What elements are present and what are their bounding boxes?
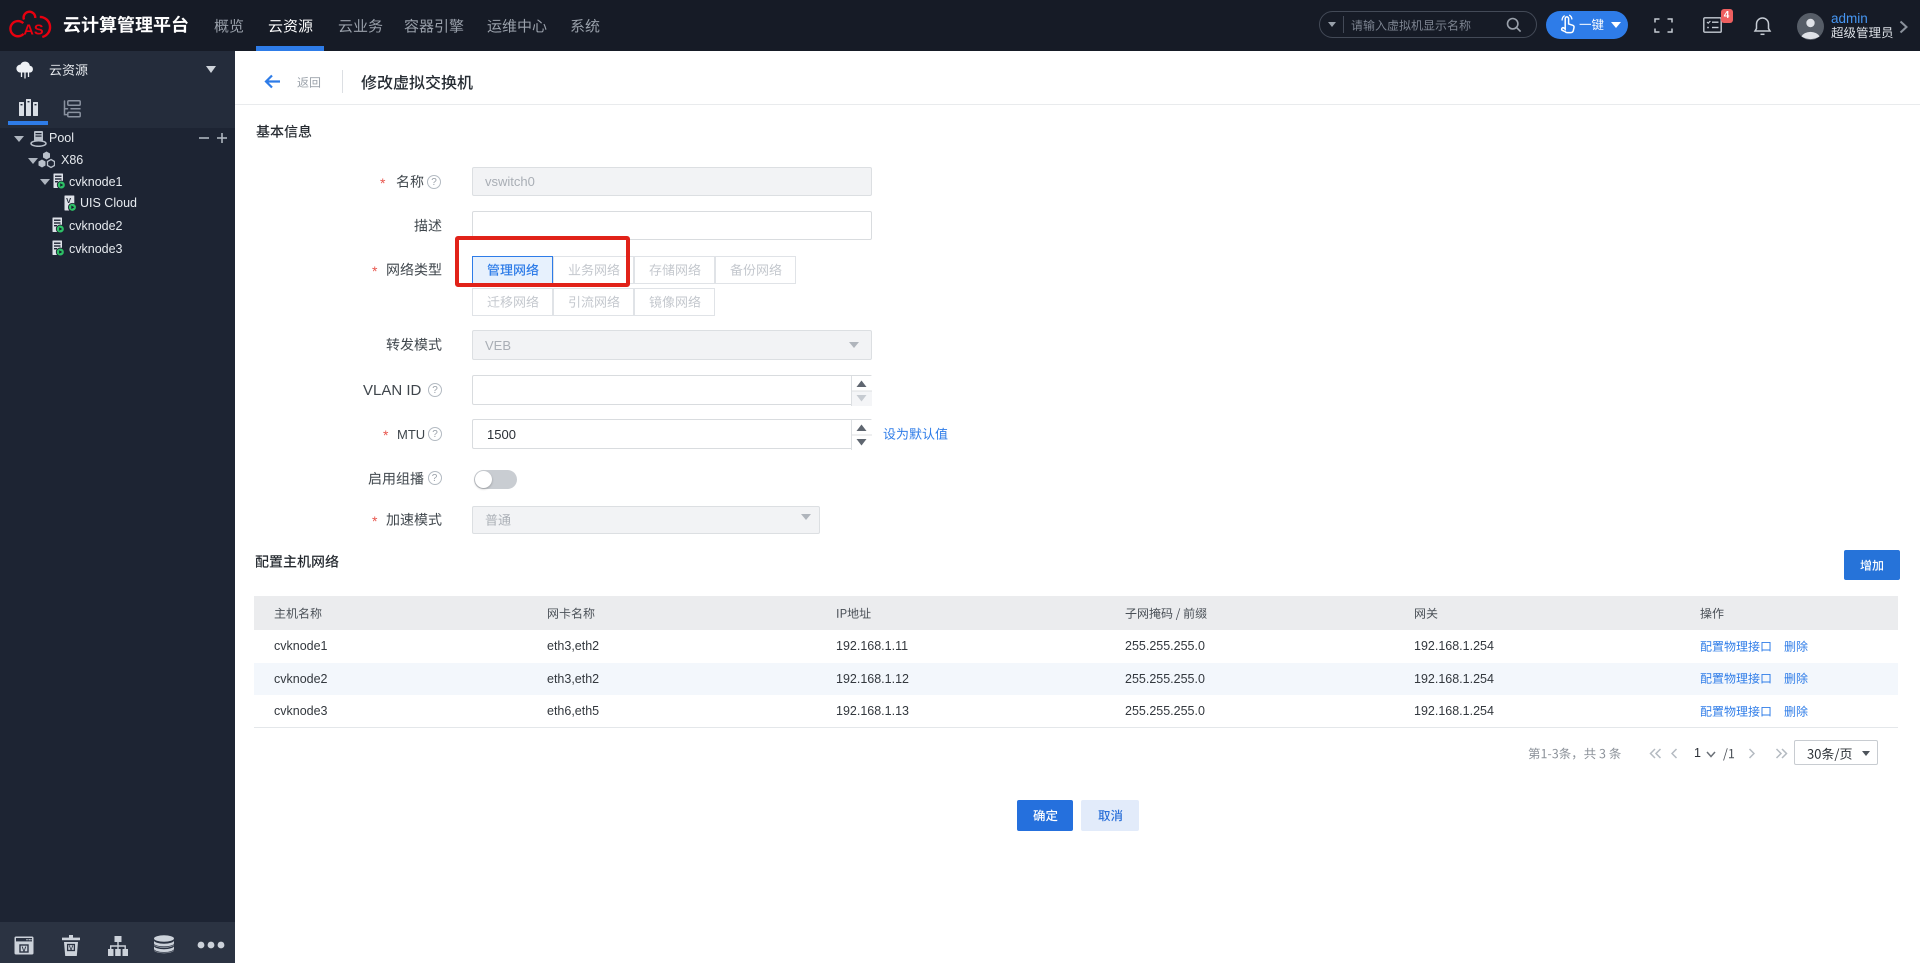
svg-text:V: V — [22, 946, 27, 953]
svg-text:V: V — [69, 945, 74, 952]
svg-text:AS: AS — [23, 23, 43, 39]
